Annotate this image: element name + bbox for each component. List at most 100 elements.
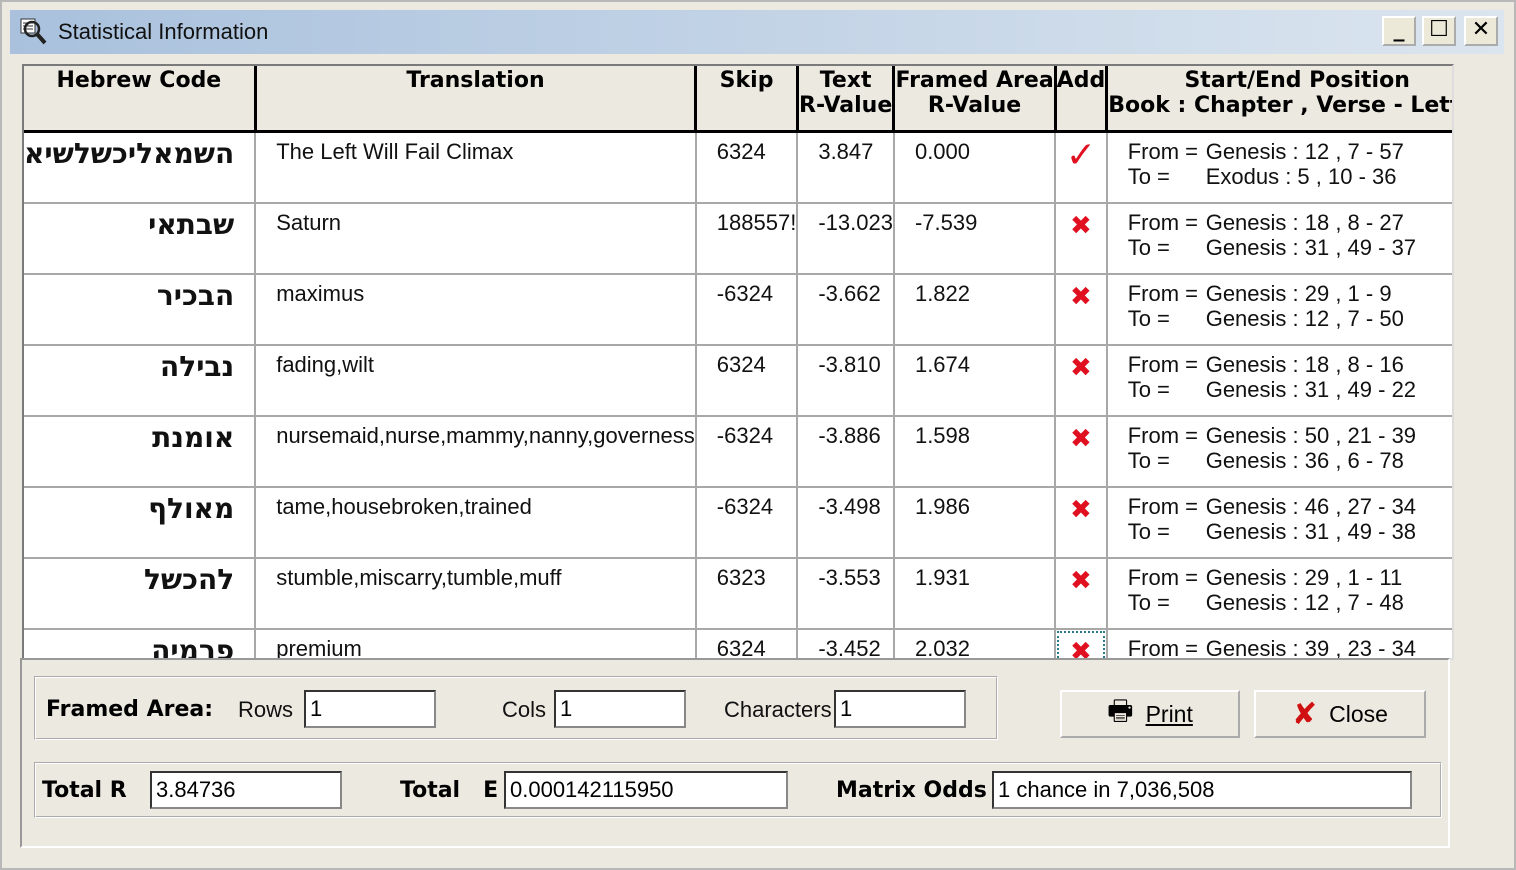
col-start-end-position[interactable]: Start/End Position Book : Chapter , Verse…	[1106, 66, 1452, 133]
hebrew-code-cell[interactable]: להכשל	[24, 558, 257, 630]
add-toggle-cell[interactable]: ✖	[1055, 274, 1108, 346]
matrix-odds-field[interactable]: 1 chance in 7,036,508	[992, 771, 1412, 809]
table-row[interactable]: הבכיר maximus -6324 -3.662 1.822 ✖ From = Genes…	[24, 274, 1452, 346]
skip-cell[interactable]: 188557!	[695, 203, 799, 275]
translation-cell[interactable]: premium	[255, 629, 697, 658]
translation-cell[interactable]: stumble,miscarry,tumble,muff	[255, 558, 697, 630]
table-row[interactable]: להכשל stumble,miscarry,tumble,muff 6323 -3.…	[24, 558, 1452, 630]
print-button[interactable]: 🖶 Print	[1060, 690, 1240, 738]
skip-cell[interactable]: 6324	[695, 629, 799, 658]
from-label: From =	[1127, 281, 1198, 306]
statistics-grid[interactable]: Hebrew Code Translation Skip Text R-Value…	[22, 64, 1454, 660]
col-framed-r-value[interactable]: Framed Area R-Value	[893, 66, 1057, 133]
framed-r-value-cell[interactable]: 2.032	[893, 629, 1057, 658]
to-line: To = Genesis : 31 , 49 - 22	[1127, 377, 1452, 402]
total-e-field[interactable]: 0.000142115950	[504, 771, 788, 809]
table-row[interactable]: שבתאי Saturn 188557! -13.023 -7.539 ✖ From = Ge…	[24, 203, 1452, 275]
to-line: To = Genesis : 12 , 7 - 50	[1128, 306, 1452, 331]
hebrew-code-cell[interactable]: מאולף	[24, 487, 257, 559]
framed-r-value-cell[interactable]: -7.539	[893, 203, 1057, 275]
add-toggle-cell[interactable]: ✖	[1055, 487, 1108, 559]
text-r-value-cell[interactable]: -3.452	[797, 629, 895, 658]
col-hebrew-code[interactable]: Hebrew Code	[24, 66, 257, 133]
to-label: To =	[1127, 377, 1170, 402]
close-window-button[interactable]: ✕	[1464, 16, 1498, 46]
from-value: Genesis : 18 , 8 - 16	[1205, 352, 1404, 377]
translation-cell[interactable]: nursemaid,nurse,mammy,nanny,governess	[255, 416, 697, 488]
total-r-label: Total R	[42, 778, 127, 803]
minimize-button[interactable]: _	[1382, 16, 1416, 46]
characters-input[interactable]: 1	[834, 690, 966, 728]
framed-r-value-cell[interactable]: 1.931	[893, 558, 1057, 630]
translation-cell[interactable]: maximus	[255, 274, 697, 346]
position-cell[interactable]: From = Genesis : 50 , 21 - 39 To = Genesis …	[1106, 416, 1452, 488]
col-translation[interactable]: Translation	[255, 66, 698, 133]
hebrew-code-cell[interactable]: שבתאי	[24, 203, 257, 275]
position-cell[interactable]: From = Genesis : 46 , 27 - 34 To = Genesis …	[1106, 487, 1452, 559]
x-icon: ✖	[1070, 211, 1092, 241]
text-r-value-cell[interactable]: -3.886	[797, 416, 895, 488]
framed-r-value-cell[interactable]: 1.598	[893, 416, 1057, 488]
col-add[interactable]: Add	[1055, 66, 1109, 133]
col-framed-label-2: R-Value	[927, 93, 1022, 118]
add-toggle-cell[interactable]: ✖	[1055, 558, 1108, 630]
text-r-value-cell[interactable]: 3.847	[797, 131, 895, 204]
close-button[interactable]: ✘ Close	[1254, 690, 1426, 738]
translation-cell[interactable]: The Left Will Fail Climax	[255, 131, 697, 204]
col-text-r-value[interactable]: Text R-Value	[797, 66, 896, 133]
hebrew-code-cell[interactable]: נבילה	[24, 345, 257, 417]
text-r-value-cell[interactable]: -13.023	[797, 203, 895, 275]
add-toggle-cell[interactable]: ✖	[1055, 345, 1108, 417]
close-x-icon: ✘	[1292, 696, 1318, 732]
maximize-button[interactable]: ☐	[1422, 16, 1456, 46]
to-line: To = Exodus : 5 , 10 - 36	[1128, 164, 1452, 189]
position-cell[interactable]: From = Genesis : 18 , 8 - 27 To = Genesis :…	[1106, 203, 1452, 275]
translation-cell[interactable]: fading,wilt	[255, 345, 697, 417]
text-r-value-cell[interactable]: -3.498	[797, 487, 895, 559]
table-row[interactable]: פרמיה premium 6324 -3.452 2.032 ✖ From = Genesi…	[24, 629, 1452, 660]
text-r-value-cell[interactable]: -3.662	[797, 274, 895, 346]
total-r-field[interactable]: 3.84736	[150, 771, 342, 809]
hebrew-code-cell[interactable]: אומנת	[24, 416, 257, 488]
position-cell[interactable]: From = Genesis : 29 , 1 - 9 To = Genesis : …	[1106, 274, 1452, 346]
add-toggle-cell[interactable]: ✖	[1055, 416, 1108, 488]
col-pos-label-1: Start/End Position	[1184, 68, 1410, 93]
cols-input[interactable]: 1	[554, 690, 686, 728]
hebrew-code-cell[interactable]: פרמיה	[24, 629, 257, 658]
from-value: Genesis : 39 , 23 - 34	[1205, 636, 1417, 660]
framed-r-value-cell[interactable]: 1.674	[893, 345, 1057, 417]
skip-cell[interactable]: 6323	[695, 558, 799, 630]
skip-cell[interactable]: 6324	[695, 345, 799, 417]
add-toggle-cell[interactable]: ✖	[1055, 629, 1108, 658]
position-cell[interactable]: From = Genesis : 18 , 8 - 16 To = Genesis :…	[1106, 345, 1452, 417]
table-row[interactable]: אומנת nursemaid,nurse,mammy,nanny,governe…	[24, 416, 1452, 488]
add-toggle-cell[interactable]: ✓	[1055, 131, 1108, 204]
col-skip[interactable]: Skip	[695, 66, 799, 133]
translation-cell[interactable]: Saturn	[255, 203, 697, 275]
table-row[interactable]: מאולף tame,housebroken,trained -6324 -3.498…	[24, 487, 1452, 559]
skip-cell[interactable]: 6324	[695, 131, 799, 204]
x-icon: ✖	[1070, 353, 1092, 383]
translation-cell[interactable]: tame,housebroken,trained	[255, 487, 697, 559]
hebrew-code-cell[interactable]: הבכיר	[24, 274, 257, 346]
to-label: To =	[1127, 590, 1170, 615]
skip-cell[interactable]: -6324	[695, 487, 799, 559]
from-label: From =	[1127, 352, 1198, 377]
table-row[interactable]: נבילה fading,wilt 6324 -3.810 1.674 ✖ From = Ge…	[24, 345, 1452, 417]
position-cell[interactable]: From = Genesis : 29 , 1 - 11 To = Genesis :…	[1106, 558, 1452, 630]
framed-r-value-cell[interactable]: 1.822	[893, 274, 1057, 346]
title-bar[interactable]: Statistical Information _ ☐ ✕	[10, 10, 1504, 54]
position-cell[interactable]: From = Genesis : 12 , 7 - 57 To = Exodus : …	[1106, 131, 1452, 204]
table-row[interactable]: השמאליכשלשיא The Left Will Fail Climax 632…	[24, 131, 1452, 204]
skip-cell[interactable]: -6324	[695, 274, 799, 346]
framed-r-value-cell[interactable]: 0.000	[893, 131, 1057, 204]
framed-r-value-cell[interactable]: 1.986	[893, 487, 1057, 559]
add-toggle-cell[interactable]: ✖	[1055, 203, 1108, 275]
hebrew-code-cell[interactable]: השמאליכשלשיא	[24, 131, 257, 204]
skip-cell[interactable]: -6324	[695, 416, 799, 488]
text-r-value-cell[interactable]: -3.553	[797, 558, 895, 630]
from-label: From =	[1127, 139, 1198, 164]
position-cell[interactable]: From =Genesis : 39 , 23 - 34To =Exodus :…	[1106, 629, 1452, 660]
rows-input[interactable]: 1	[304, 690, 436, 728]
text-r-value-cell[interactable]: -3.810	[797, 345, 895, 417]
